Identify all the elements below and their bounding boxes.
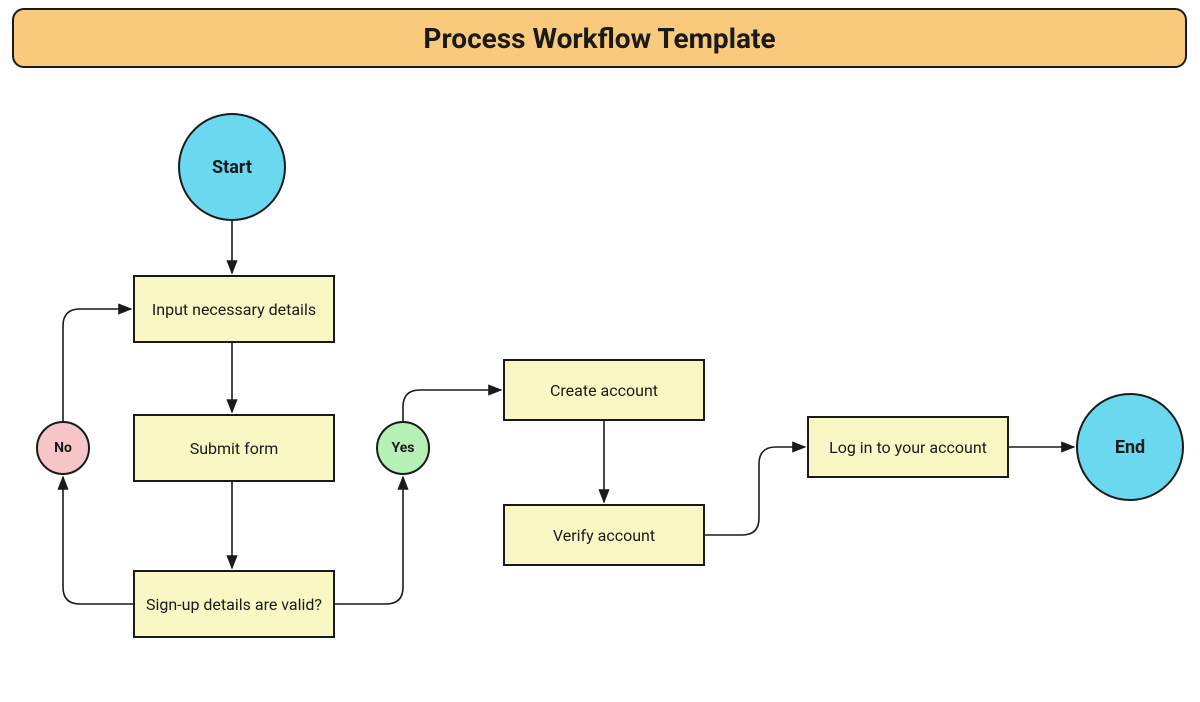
node-start-label: Start bbox=[212, 157, 252, 178]
node-input-details-label: Input necessary details bbox=[152, 300, 316, 319]
edge-yes-to-create bbox=[403, 390, 501, 421]
node-submit-form: Submit form bbox=[133, 414, 335, 482]
node-end-label: End bbox=[1115, 437, 1145, 458]
node-start: Start bbox=[178, 113, 286, 221]
edge-no-to-input bbox=[63, 309, 131, 421]
node-create-account-label: Create account bbox=[550, 381, 658, 400]
title-text: Process Workflow Template bbox=[423, 22, 775, 55]
node-submit-form-label: Submit form bbox=[190, 439, 279, 458]
node-validate: Sign-up details are valid? bbox=[133, 570, 335, 638]
node-no: No bbox=[36, 421, 90, 475]
node-yes-label: Yes bbox=[392, 440, 415, 456]
node-no-label: No bbox=[54, 440, 72, 456]
node-validate-label: Sign-up details are valid? bbox=[146, 595, 322, 614]
node-verify-account: Verify account bbox=[503, 504, 705, 566]
node-login-label: Log in to your account bbox=[829, 438, 987, 457]
title-banner: Process Workflow Template bbox=[12, 8, 1187, 68]
node-verify-account-label: Verify account bbox=[553, 526, 655, 545]
node-login: Log in to your account bbox=[807, 416, 1009, 478]
node-input-details: Input necessary details bbox=[133, 275, 335, 343]
edge-validate-to-yes bbox=[335, 477, 403, 604]
edge-verify-to-login bbox=[705, 447, 805, 535]
node-yes: Yes bbox=[376, 421, 430, 475]
edge-validate-to-no bbox=[63, 477, 133, 604]
node-end: End bbox=[1076, 393, 1184, 501]
node-create-account: Create account bbox=[503, 359, 705, 421]
